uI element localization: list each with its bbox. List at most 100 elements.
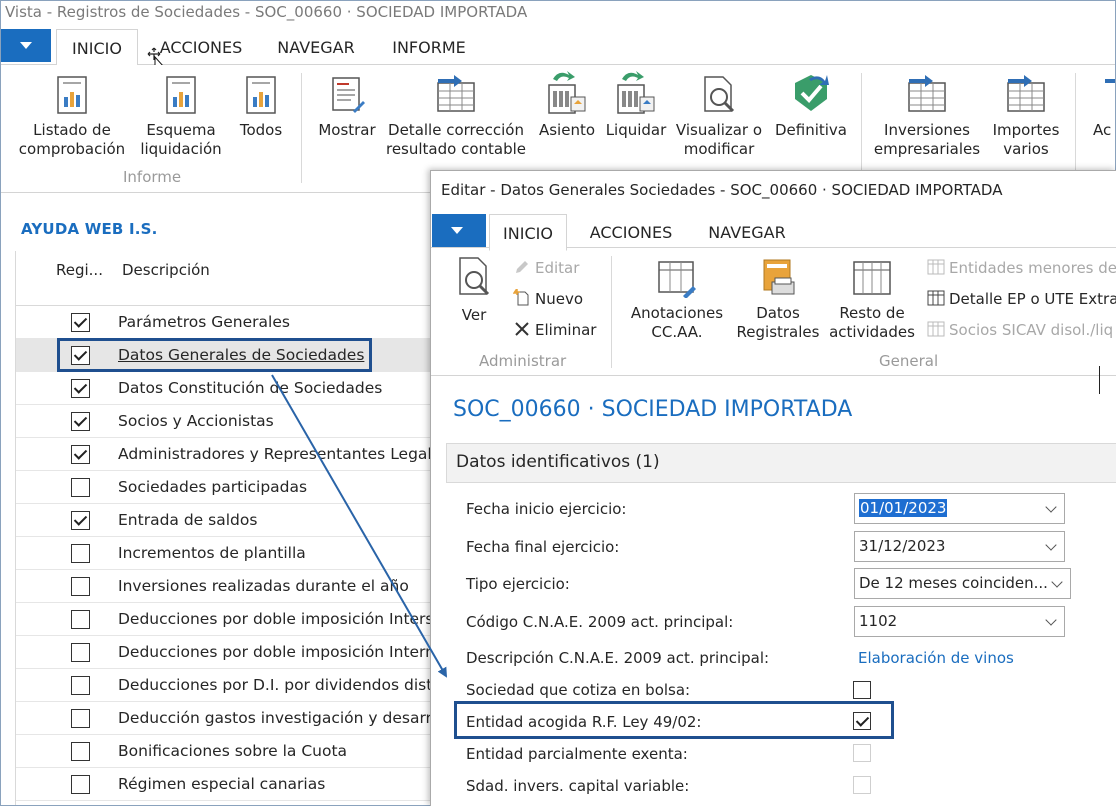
table-row[interactable]: Régimen especial canarias (16, 768, 456, 801)
window-title: Vista - Registros de Sociedades - SOC_00… (5, 3, 528, 21)
row-checkbox[interactable] (71, 577, 90, 596)
table-icon (927, 259, 945, 275)
sicav-checkbox[interactable] (853, 776, 871, 794)
ver-button[interactable]: Ver (451, 256, 497, 325)
visualizar-modificar-label: Visualizar o modificar (675, 121, 763, 158)
chevron-down-icon[interactable] (1045, 539, 1057, 551)
listado-comprobacion-button[interactable]: Listado de comprobación (15, 75, 129, 159)
table-row[interactable]: Socios y Accionistas (16, 405, 456, 438)
row-checkbox[interactable] (71, 643, 90, 662)
tab-navegar[interactable]: NAVEGAR (267, 29, 365, 65)
application-menu-button[interactable] (1, 29, 51, 62)
table-row[interactable]: Sociedades participadas (16, 471, 456, 504)
row-checkbox[interactable] (71, 742, 90, 761)
row-checkbox[interactable] (71, 709, 90, 728)
row-checkbox[interactable] (71, 610, 90, 629)
row-checkbox[interactable] (71, 544, 90, 563)
row-description: Entrada de saldos (118, 511, 258, 529)
cotiza-bolsa-checkbox[interactable] (853, 681, 871, 699)
table-row[interactable]: Parámetros Generales (16, 306, 456, 339)
todos-label: Todos (239, 121, 283, 139)
delete-x-icon (515, 322, 529, 336)
esquema-liquidacion-button[interactable]: Esquema liquidación (135, 75, 227, 159)
dialog-tab-bar: INICIO ACCIONES NAVEGAR (431, 214, 1116, 251)
todos-button[interactable]: Todos (233, 75, 289, 140)
table-row[interactable]: Incrementos de plantilla (16, 537, 456, 570)
table-row[interactable]: Entrada de saldos (16, 504, 456, 537)
edit-dialog: Editar - Datos Generales Sociedades - SO… (430, 170, 1116, 806)
table-row[interactable]: Datos Generales de Sociedades (16, 339, 456, 372)
column-header-descripcion[interactable]: Descripción (122, 261, 210, 279)
table-edit-icon (658, 261, 696, 298)
liquidar-button[interactable]: Liquidar (603, 69, 669, 140)
dialog-tab-navegar[interactable]: NAVEGAR (699, 214, 795, 250)
definitiva-button[interactable]: Definitiva (771, 71, 851, 140)
ver-label: Ver (461, 306, 487, 324)
fecha-final-field[interactable]: 31/12/2023 (854, 531, 1065, 562)
eliminar-button[interactable]: Eliminar (513, 320, 596, 339)
table-row[interactable]: Deducciones por D.I. por dividendos dist… (16, 669, 456, 702)
row-description: Régimen especial canarias (118, 775, 326, 793)
row-checkbox[interactable] (71, 775, 90, 794)
eliminar-label: Eliminar (535, 321, 597, 339)
table-row[interactable]: Deducciones por doble imposición Interso… (16, 603, 456, 636)
row-checkbox[interactable] (71, 346, 90, 365)
chevron-down-icon[interactable] (1045, 501, 1057, 513)
dialog-tab-acciones[interactable]: ACCIONES (581, 214, 681, 250)
fecha-final-value: 31/12/2023 (859, 537, 946, 555)
group-label-general: General (879, 352, 939, 370)
table-row[interactable]: Datos Constitución de Sociedades (16, 372, 456, 405)
anotaciones-ccaa-button[interactable]: Anotaciones CC.AA. (625, 258, 729, 342)
resto-actividades-button[interactable]: Resto de actividades (827, 258, 917, 342)
table-arrow-icon (1007, 75, 1045, 112)
tipo-ejercicio-select[interactable]: De 12 meses coinciden... (854, 568, 1071, 599)
tab-informe[interactable]: INFORME (381, 29, 477, 65)
inversiones-empresariales-button[interactable]: Inversiones empresariales (871, 75, 983, 159)
report-chart-icon (246, 76, 276, 114)
table-row[interactable]: Administradores y Representantes Legales (16, 438, 456, 471)
tab-inicio[interactable]: INICIO (56, 29, 138, 66)
post-document-icon (548, 71, 586, 114)
entidades-menores-button[interactable]: Entidades menores de (927, 258, 1116, 277)
ac-label: Ac (1093, 121, 1112, 139)
section-title: AYUDA WEB I.S. (21, 220, 158, 238)
row-checkbox[interactable] (71, 379, 90, 398)
editar-button[interactable]: Editar (513, 258, 579, 277)
parcialmente-exenta-checkbox[interactable] (853, 744, 871, 762)
sicav-label: Sdad. invers. capital variable: (466, 777, 690, 795)
importes-varios-button[interactable]: Importes varios (987, 75, 1065, 159)
dialog-tab-inicio[interactable]: INICIO (489, 214, 567, 251)
column-header-registro[interactable]: Regi... (56, 261, 103, 279)
detalle-ep-button[interactable]: Detalle EP o UTE Extra (927, 289, 1116, 308)
table-row[interactable]: Deducción gastos investigación y desarro… (16, 702, 456, 735)
mostrar-button[interactable]: Mostrar (315, 75, 379, 140)
fecha-inicio-field[interactable]: 01/01/2023 (854, 493, 1065, 524)
chevron-down-icon[interactable] (1051, 576, 1063, 588)
datos-registrales-button[interactable]: Datos Registrales (735, 258, 821, 342)
row-checkbox[interactable] (71, 313, 90, 332)
row-checkbox[interactable] (71, 676, 90, 695)
row-checkbox[interactable] (71, 412, 90, 431)
fasttab-label: Datos identificativos (1) (456, 452, 660, 472)
socios-sicav-button[interactable]: Socios SICAV disol./liq (927, 320, 1113, 339)
table-row[interactable]: Bonificaciones sobre la Cuota (16, 735, 456, 768)
asiento-button[interactable]: Asiento (537, 69, 597, 140)
entidad-acogida-checkbox[interactable] (853, 712, 871, 730)
cnae-field[interactable]: 1102 (854, 606, 1065, 637)
ac-button[interactable]: Ac (1089, 75, 1115, 140)
descripcion-cnae-link[interactable]: Elaboración de vinos (858, 649, 1014, 667)
row-checkbox[interactable] (71, 445, 90, 464)
fasttab-datos-identificativos[interactable]: Datos identificativos (1) (446, 443, 1116, 483)
definitiva-label: Definitiva (774, 121, 848, 139)
chevron-down-icon[interactable] (1045, 614, 1057, 626)
table-row[interactable]: Deducciones por doble imposición Interna… (16, 636, 456, 669)
row-checkbox[interactable] (71, 478, 90, 497)
table-row[interactable]: Inversiones realizadas durante el año (16, 570, 456, 603)
fecha-inicio-value: 01/01/2023 (859, 499, 948, 517)
nuevo-button[interactable]: Nuevo (513, 289, 583, 308)
row-checkbox[interactable] (71, 511, 90, 530)
folder-printer-icon (763, 259, 795, 295)
detalle-correccion-button[interactable]: Detalle corrección resultado contable (385, 75, 527, 159)
visualizar-modificar-button[interactable]: Visualizar o modificar (673, 75, 765, 159)
dialog-application-menu-button[interactable] (432, 214, 486, 247)
